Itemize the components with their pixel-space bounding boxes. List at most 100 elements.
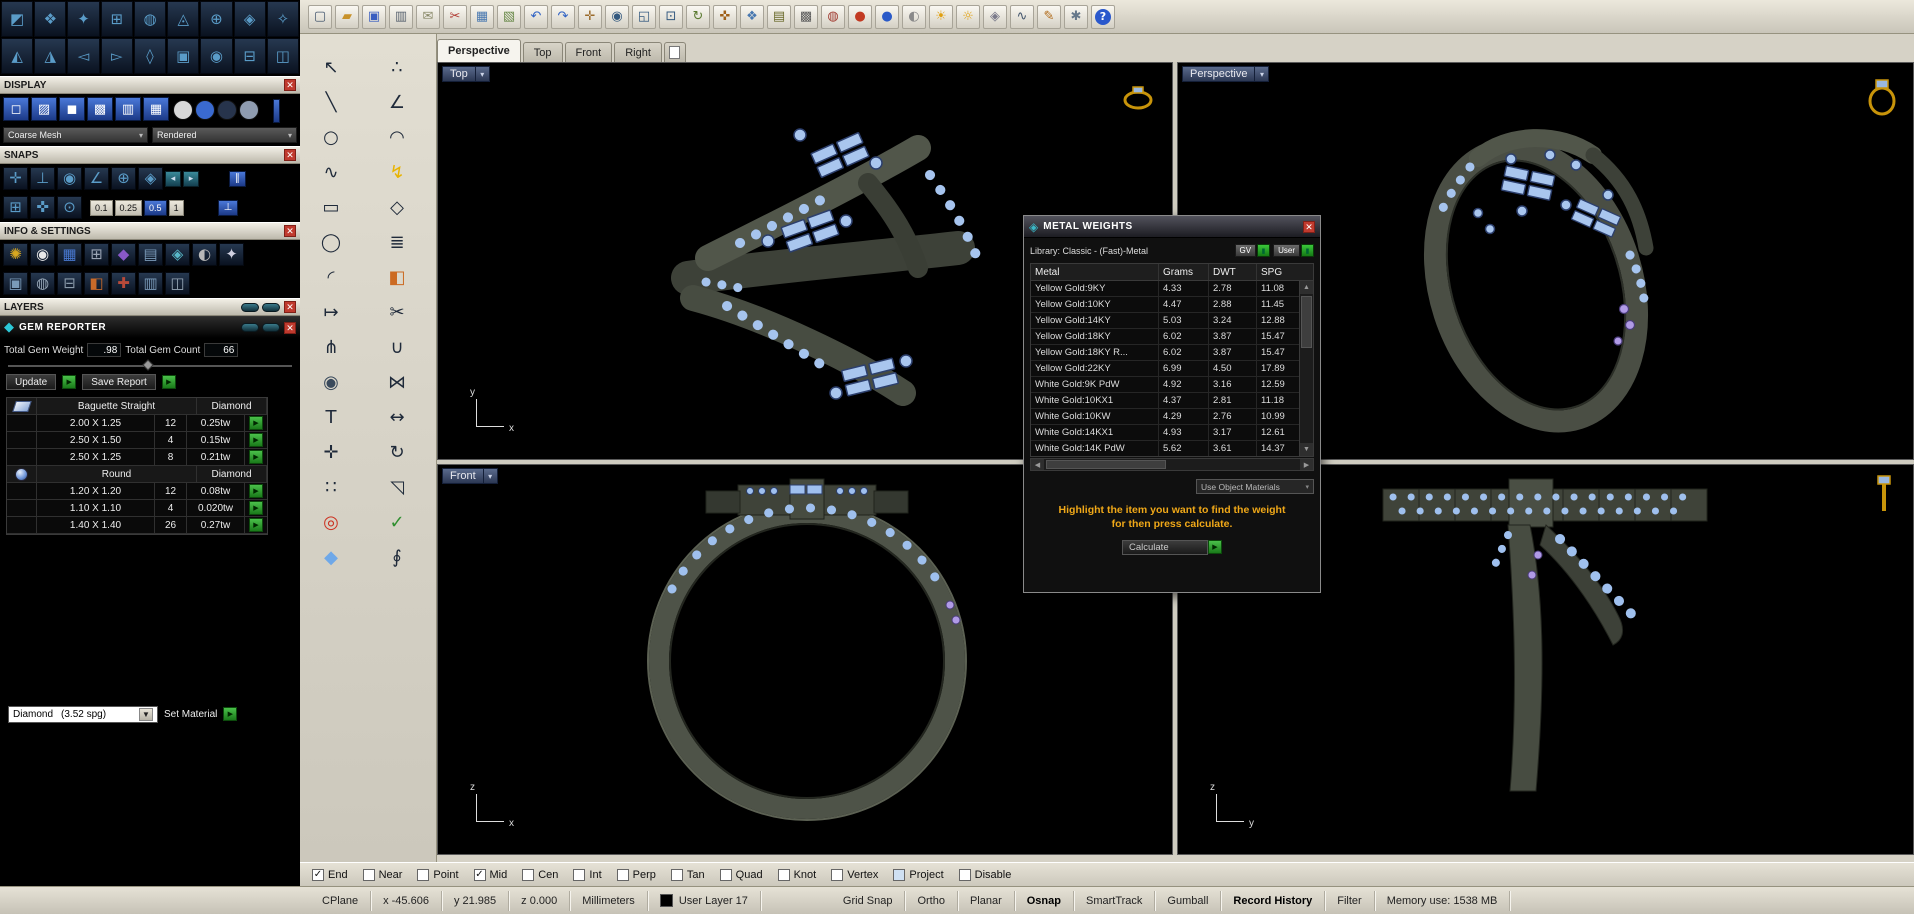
undo[interactable]: ↶ (524, 4, 548, 29)
pan-view[interactable]: ✛ (578, 4, 602, 29)
inspect-tool[interactable]: ◉ (30, 243, 55, 266)
shade-settings-tool[interactable]: ◧ (84, 272, 109, 295)
new-viewport-tab-button[interactable] (663, 42, 686, 62)
paste[interactable]: ▧ (497, 4, 521, 29)
status-item[interactable]: User Layer 17 (648, 890, 761, 911)
column-header-metal[interactable]: Metal (1031, 264, 1159, 280)
osnap-checkbox-item[interactable]: Mid (473, 868, 507, 881)
sphere-settings-tool[interactable]: ◐ (192, 243, 217, 266)
close-icon[interactable] (284, 149, 296, 161)
metal-row[interactable]: Yellow Gold:10KY 4.47 2.88 11.45 (1031, 297, 1313, 313)
column-settings-tool[interactable]: ◫ (165, 272, 190, 295)
help[interactable]: ? (1091, 4, 1115, 29)
matrix-home-tool[interactable]: ◩ (1, 1, 34, 37)
rows-settings-tool[interactable]: ▥ (138, 272, 163, 295)
checkbox[interactable] (831, 868, 844, 881)
close-icon[interactable] (284, 321, 296, 334)
column-header-grams[interactable]: Grams (1159, 264, 1209, 280)
osnap-checkbox-item[interactable]: Perp (616, 868, 656, 881)
status-item[interactable]: Record History (1221, 890, 1326, 911)
save-file[interactable]: ▣ (362, 4, 386, 29)
select-pointer[interactable]: ↖ (316, 54, 346, 82)
status-item[interactable]: Filter (1325, 890, 1375, 911)
rendered-display-mode[interactable]: ◼ (59, 97, 85, 121)
osnap-checkbox-item[interactable]: Point (417, 868, 459, 881)
calculate-go-button[interactable] (1208, 540, 1222, 555)
status-item[interactable]: Osnap (1015, 890, 1074, 911)
wireframe-display-mode[interactable]: ◻ (3, 97, 29, 121)
close-icon[interactable] (284, 225, 296, 237)
status-item[interactable]: SmartTrack (1074, 890, 1156, 911)
status-item[interactable]: CPlane (310, 890, 372, 911)
scroll-right-icon[interactable]: ▶ (1300, 459, 1313, 470)
target-view-tool[interactable]: ◉ (200, 38, 233, 74)
parallel-snap-button[interactable]: ∥ (229, 170, 246, 187)
display-sphere-white[interactable] (173, 100, 193, 120)
perpendicular-snap-button[interactable]: ⊥ (217, 199, 239, 216)
gem-row-go-button[interactable] (249, 518, 263, 532)
gem-filter-slider[interactable] (8, 359, 292, 371)
scroll-down-icon[interactable]: ▼ (1300, 443, 1313, 456)
redo[interactable]: ↷ (551, 4, 575, 29)
grid-settings-tool[interactable]: ⊞ (84, 243, 109, 266)
gem-studio-tool[interactable]: ❖ (34, 1, 67, 37)
open-file[interactable]: ▰ (335, 4, 359, 29)
viewport-label-perspective[interactable]: Perspective (1182, 66, 1270, 82)
snap-intersection-tool[interactable]: ⊕ (111, 167, 136, 190)
viewport-label-top[interactable]: Top (442, 66, 490, 82)
render-mode-select[interactable]: Rendered (152, 127, 297, 143)
center-snap-toggle[interactable]: ⊙ (57, 196, 82, 219)
diamond-library-tool[interactable]: ◈ (233, 1, 266, 37)
polyline-tool[interactable]: ∠ (382, 89, 412, 117)
scale-tool[interactable]: ◹ (382, 474, 412, 502)
gem-info-tool[interactable]: ✺ (3, 243, 28, 266)
checkbox[interactable] (573, 868, 586, 881)
gem-table-row[interactable]: 1.10 X 1.10 4 0.020tw (7, 500, 267, 517)
osnap-checkbox-item[interactable]: Near (362, 868, 402, 881)
export-mail[interactable]: ✉ (416, 4, 440, 29)
calculate-button[interactable]: Calculate (1122, 540, 1208, 556)
sketch-pencil[interactable]: ✎ (1037, 4, 1061, 29)
target-point-tool[interactable]: ◎ (316, 509, 346, 537)
scrollbar-thumb[interactable] (1046, 460, 1166, 469)
gem-row-go-button[interactable] (249, 450, 263, 464)
prong-tool[interactable]: ◬ (167, 1, 200, 37)
metal-row[interactable]: White Gold:9K PdW 4.92 3.16 12.59 (1031, 377, 1313, 393)
offset-tool[interactable]: ≣ (382, 229, 412, 257)
update-button[interactable]: Update (6, 374, 57, 390)
subtract-tool[interactable]: ⊟ (233, 38, 266, 74)
status-item[interactable]: Grid Snap (831, 890, 906, 911)
status-item[interactable]: Ortho (905, 890, 958, 911)
chevron-down-icon[interactable] (1254, 67, 1268, 81)
curve-analysis[interactable]: ∿ (1010, 4, 1034, 29)
vertical-scrollbar[interactable]: ▲ ▼ (1299, 281, 1313, 456)
gv-toggle-button[interactable]: GV (1234, 244, 1257, 257)
rectangle-tool[interactable]: ▭ (316, 194, 346, 222)
snap-increment-button[interactable]: 1 (168, 199, 184, 216)
gv-indicator[interactable]: ▮ (1257, 244, 1271, 257)
halo-tool[interactable]: ◍ (133, 1, 167, 37)
loft-builder-tool[interactable]: ◭ (1, 38, 34, 74)
material-cube-tool[interactable]: ▦ (57, 243, 82, 266)
sparkle-settings-tool[interactable]: ✦ (219, 243, 244, 266)
lock-object[interactable]: ◈ (983, 4, 1007, 29)
panel-pin-button[interactable] (241, 302, 259, 312)
add-settings-tool[interactable]: ✚ (111, 272, 136, 295)
spotlight[interactable]: ☀ (929, 4, 953, 29)
osnap-checkbox-item[interactable]: Cen (522, 868, 558, 881)
snap-increment-button[interactable]: 0.1 (90, 199, 113, 216)
history-check-tool[interactable]: ✓ (382, 509, 412, 537)
metal-row[interactable]: White Gold:10KX1 4.37 2.81 11.18 (1031, 393, 1313, 409)
update-go-button[interactable] (62, 375, 77, 389)
gem-table-row[interactable]: 2.00 X 1.25 12 0.25tw (7, 415, 267, 432)
mesh-quality-select[interactable]: Coarse Mesh (3, 127, 148, 143)
column-header-spg[interactable]: SPG (1257, 264, 1301, 280)
new-file[interactable]: ▢ (308, 4, 332, 29)
gem-table-row[interactable]: Baguette Straight Diamond (7, 398, 267, 415)
scroll-left-icon[interactable]: ◀ (1031, 459, 1044, 470)
display-sphere-steel[interactable] (239, 100, 259, 120)
checkbox[interactable] (777, 868, 790, 881)
user-toggle-button[interactable]: User (1273, 244, 1300, 257)
metal-row[interactable]: White Gold:14K PdW 5.62 3.61 14.37 (1031, 441, 1313, 456)
material-select[interactable]: Diamond (3.52 spg) ▼ (8, 705, 158, 723)
